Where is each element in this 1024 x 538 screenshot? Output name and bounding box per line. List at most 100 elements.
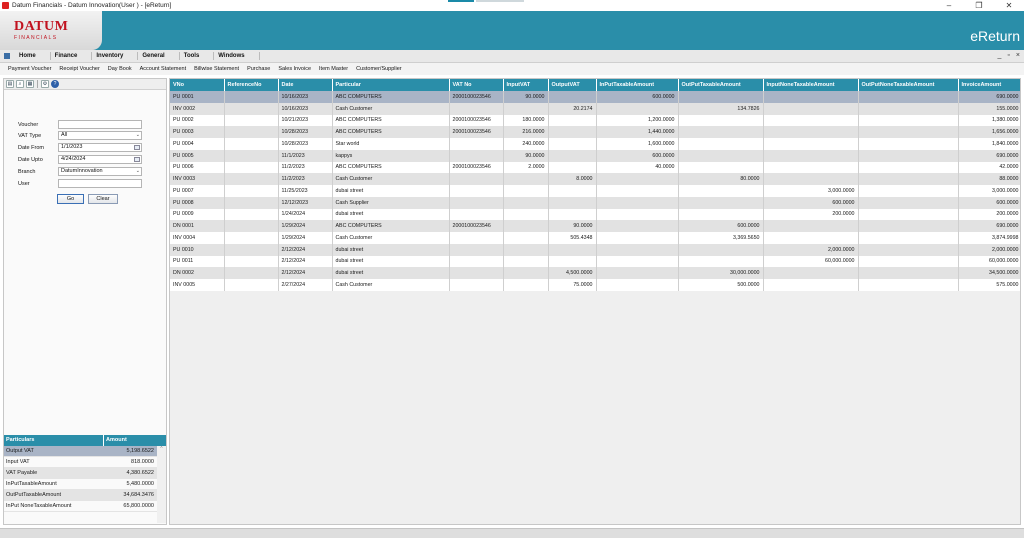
- summary-header-particulars[interactable]: Particulars: [4, 435, 104, 446]
- table-cell: [548, 126, 597, 138]
- table-row[interactable]: DN 0001 1/29/2024 ABC COMPUTERS 20001000235…: [170, 220, 1020, 232]
- date-upto-input[interactable]: 4/24/2024: [58, 155, 142, 164]
- col-header-input-taxable-amount[interactable]: InPutTaxableAmount: [596, 79, 679, 91]
- menu-finance[interactable]: Finance: [51, 52, 93, 60]
- table-row[interactable]: INV 0002 10/16/2023 Cash Customer 20.2174 13…: [170, 102, 1020, 115]
- quick-link-sales-invoice[interactable]: Sales Invoice: [278, 66, 311, 72]
- table-cell: 3,369.5650: [678, 232, 764, 244]
- table-row[interactable]: PU 0004 10/28/2023 Star world 240.0000 1,600…: [170, 138, 1020, 150]
- table-cell: 90.0000: [503, 91, 549, 103]
- voucher-input[interactable]: [58, 120, 142, 129]
- summary-row[interactable]: Output VAT 5,198.6522: [4, 446, 166, 457]
- summary-row[interactable]: InPutTaxableAmount 5,480.0000: [4, 479, 166, 490]
- menu-tools[interactable]: Tools: [180, 52, 215, 60]
- calendar-icon[interactable]: [134, 157, 140, 162]
- table-row[interactable]: PU 0008 12/12/2023 Cash Supplier 600.0000 60…: [170, 196, 1020, 209]
- col-header-vat-no[interactable]: VAT No: [449, 79, 504, 91]
- table-cell: [224, 255, 279, 268]
- table-cell: [678, 196, 764, 209]
- table-row[interactable]: INV 0004 1/29/2024 Cash Customer 505.4348 3,…: [170, 232, 1020, 244]
- table-cell: ABC COMPUTERS: [332, 114, 450, 127]
- table-cell: INV 0002: [170, 102, 225, 115]
- summary-header-amount[interactable]: Amount: [104, 435, 156, 446]
- export-excel-icon[interactable]: ▦: [26, 80, 34, 88]
- summary-row[interactable]: OutPutTaxableAmount 34,684.3476: [4, 490, 166, 501]
- table-row[interactable]: INV 0003 11/2/2023 Cash Customer 8.0000 80.0…: [170, 173, 1020, 185]
- summary-row[interactable]: VAT Payable 4,380.6522: [4, 468, 166, 479]
- table-row[interactable]: PU 0005 11/1/2023 kappys 90.0000 600.0000 690…: [170, 149, 1020, 162]
- col-header-output-vat[interactable]: OutputVAT: [548, 79, 597, 91]
- mdi-minimize-icon[interactable]: _: [998, 52, 1002, 59]
- summary-row[interactable]: InPut NoneTaxableAmount 65,800.0000: [4, 501, 166, 512]
- branch-select[interactable]: DatumInnovation ⌄: [58, 167, 142, 176]
- date-from-input[interactable]: 1/1/2023: [58, 143, 142, 152]
- date-upto-value: 4/24/2024: [61, 156, 86, 162]
- table-cell: 155.0000: [958, 102, 1020, 115]
- table-row[interactable]: PU 0003 10/28/2023 ABC COMPUTERS 2000100023…: [170, 126, 1020, 138]
- col-header-date[interactable]: Date: [278, 79, 333, 91]
- quick-link-billwise-statement[interactable]: Billwise Statement: [194, 66, 239, 72]
- table-row[interactable]: PU 0011 2/12/2024 dubai street 60,000.0000 6…: [170, 255, 1020, 268]
- table-cell: 8.0000: [548, 173, 597, 185]
- table-cell: [596, 232, 679, 244]
- table-row[interactable]: PU 0002 10/21/2023 ABC COMPUTERS 2000100023…: [170, 114, 1020, 127]
- user-input[interactable]: [58, 179, 142, 188]
- close-icon[interactable]: ✕: [994, 0, 1024, 11]
- table-row[interactable]: PU 0001 10/16/2023 ABC COMPUTERS 2000100023…: [170, 91, 1020, 103]
- table-cell: [449, 255, 504, 268]
- col-header-vno[interactable]: VNo: [170, 79, 225, 91]
- calendar-icon[interactable]: [134, 145, 140, 150]
- table-row[interactable]: PU 0010 2/12/2024 dubai street 2,000.0000 2,…: [170, 243, 1020, 256]
- col-header-output-taxable-amount[interactable]: OutPutTaxableAmount: [678, 79, 764, 91]
- menu-home[interactable]: Home: [15, 52, 51, 60]
- filter-panel: ▤ ⌕ ▦ ⚙ ? Voucher VAT Type All ⌄ Date Fro…: [3, 78, 167, 525]
- table-cell: [449, 196, 504, 209]
- table-row[interactable]: DN 0002 2/12/2024 dubai street 4,500.0000 30…: [170, 267, 1020, 279]
- summary-row[interactable]: Input VAT 818.0000: [4, 457, 166, 468]
- scroll-up-icon[interactable]: ⌃: [159, 446, 163, 452]
- summary-scrollbar[interactable]: ⌃: [157, 446, 166, 523]
- table-row[interactable]: PU 0007 11/25/2023 dubai street 3,000.0000 3…: [170, 185, 1020, 197]
- quick-link-receipt-voucher[interactable]: Receipt Voucher: [59, 66, 99, 72]
- table-row[interactable]: INV 0005 2/27/2024 Cash Customer 75.0000 500…: [170, 279, 1020, 291]
- table-cell: [449, 243, 504, 256]
- col-header-particular[interactable]: Particular: [332, 79, 450, 91]
- table-cell: ABC COMPUTERS: [332, 126, 450, 138]
- mdi-restore-icon[interactable]: ▫: [1007, 52, 1009, 59]
- mdi-close-icon[interactable]: ×: [1016, 52, 1020, 59]
- quick-link-day-book[interactable]: Day Book: [108, 66, 132, 72]
- col-header-reference-no[interactable]: ReferenceNo: [224, 79, 279, 91]
- menu-general[interactable]: General: [138, 52, 180, 60]
- table-cell: [548, 138, 597, 150]
- col-header-input-vat[interactable]: InputVAT: [503, 79, 549, 91]
- table-row[interactable]: PU 0006 11/2/2023 ABC COMPUTERS 20001000235…: [170, 161, 1020, 174]
- quick-link-customer-supplier[interactable]: Customer/Supplier: [356, 66, 402, 72]
- col-header-output-none-taxable-amount[interactable]: OutPutNoneTaxableAmount: [858, 79, 959, 91]
- mdi-window-icon[interactable]: [4, 53, 10, 59]
- restore-icon[interactable]: ❐: [964, 0, 994, 11]
- window-title-bar: Datum Financials - Datum Innovation(User…: [0, 0, 1024, 11]
- chevron-down-icon[interactable]: ⌄: [136, 168, 140, 175]
- col-header-input-none-taxable-amount[interactable]: InputNoneTaxableAmount: [763, 79, 859, 91]
- minimize-icon[interactable]: –: [934, 0, 964, 11]
- table-cell: [763, 267, 859, 279]
- help-icon[interactable]: ?: [51, 80, 59, 88]
- table-row[interactable]: PU 0009 1/24/2024 dubai street 200.0000 200.…: [170, 208, 1020, 221]
- quick-link-payment-voucher[interactable]: Payment Voucher: [8, 66, 51, 72]
- table-cell: 690.0000: [958, 91, 1020, 103]
- vat-type-select[interactable]: All ⌄: [58, 131, 142, 140]
- chevron-down-icon[interactable]: ⌄: [136, 132, 140, 139]
- quick-link-purchase[interactable]: Purchase: [247, 66, 270, 72]
- print-icon[interactable]: ▤: [6, 80, 14, 88]
- table-cell: [548, 149, 597, 162]
- search-icon[interactable]: ⌕: [16, 80, 24, 88]
- col-header-invoice-amount[interactable]: InvoiceAmount: [958, 79, 1020, 91]
- table-cell: 690.0000: [958, 220, 1020, 232]
- menu-inventory[interactable]: Inventory: [92, 52, 139, 60]
- settings-icon[interactable]: ⚙: [41, 80, 49, 88]
- quick-link-item-master[interactable]: Item Master: [319, 66, 348, 72]
- quick-link-account-statement[interactable]: Account Statement: [140, 66, 186, 72]
- go-button[interactable]: Go: [57, 194, 84, 204]
- clear-button[interactable]: Clear: [88, 194, 118, 204]
- menu-windows[interactable]: Windows: [214, 52, 260, 60]
